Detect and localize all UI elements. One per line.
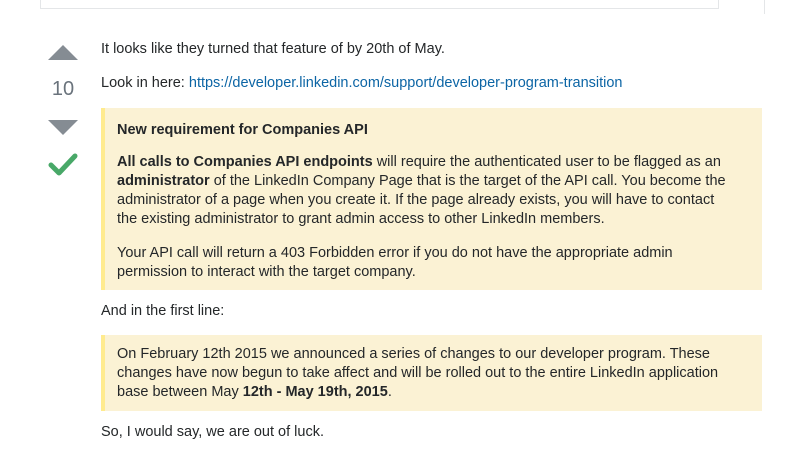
blockquote-line: Your API call will return a 403 Forbidde…	[117, 245, 673, 261]
blockquote-line: administrator of a page when you create …	[117, 192, 715, 208]
sidebar-divider	[764, 0, 765, 14]
blockquote-heading-text: New requirement for Companies API	[117, 122, 368, 138]
blockquote-line: administrator of the LinkedIn Company Pa…	[117, 172, 726, 191]
blockquote-line: All calls to Companies API endpoints wil…	[117, 153, 721, 172]
accepted-checkmark-icon	[48, 153, 78, 176]
blockquote-line: permission to interact with the target c…	[117, 264, 416, 280]
answer-paragraph-3: And in the first line:	[101, 303, 225, 319]
blockquote-companies-api: New requirement for Companies API All ca…	[101, 108, 762, 290]
blockquote-heading: New requirement for Companies API	[117, 121, 368, 140]
text: of the LinkedIn Company Page that is the…	[209, 173, 726, 189]
answer-paragraph-4: So, I would say, we are out of luck.	[101, 424, 324, 440]
paragraph-prefix: Look in here:	[101, 75, 189, 91]
blockquote-program-changes: On February 12th 2015 we announced a ser…	[101, 335, 762, 411]
blockquote-line: changes have now begun to take affect an…	[117, 365, 719, 381]
answer-paragraph-1: It looks like they turned that feature o…	[101, 41, 445, 57]
blockquote-line: base between May 12th - May 19th, 2015.	[117, 383, 392, 402]
downvote-arrow-icon[interactable]	[48, 120, 78, 135]
text: base between May	[117, 384, 243, 400]
previous-post-card	[40, 0, 719, 9]
text: .	[387, 384, 392, 400]
bold-text: administrator	[117, 173, 210, 189]
vote-count: 10	[51, 78, 75, 100]
text: will require the authenticated user to b…	[372, 154, 721, 170]
blockquote-line: the existing administrator to grant admi…	[117, 211, 605, 227]
developer-transition-link[interactable]: https://developer.linkedin.com/support/d…	[189, 75, 623, 91]
blockquote-line: On February 12th 2015 we announced a ser…	[117, 346, 710, 362]
bold-text: 12th - May 19th, 2015	[242, 384, 388, 400]
upvote-arrow-icon[interactable]	[48, 45, 78, 60]
answer-paragraph-2: Look in here: https://developer.linkedin…	[101, 74, 623, 93]
bold-text: All calls to Companies API endpoints	[117, 154, 373, 170]
